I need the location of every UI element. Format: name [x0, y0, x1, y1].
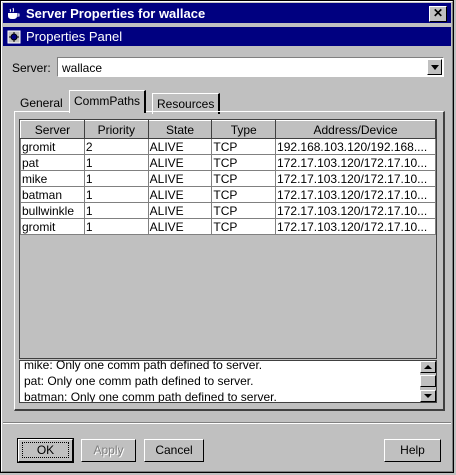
cell-type: TCP: [211, 170, 277, 187]
ok-label: OK: [21, 442, 70, 458]
window-title: Server Properties for wallace: [26, 6, 206, 21]
server-select[interactable]: wallace: [57, 57, 444, 77]
cell-server: gromit: [20, 218, 85, 235]
panel-header: Properties Panel: [3, 27, 451, 46]
cell-address: 192.168.103.120/192.168....: [275, 138, 436, 155]
cell-type: TCP: [211, 138, 277, 155]
title-bar[interactable]: Server Properties for wallace ✕: [3, 3, 451, 23]
commpaths-table: Server Priority State Type Address/Devic…: [19, 119, 437, 359]
table-row[interactable]: gromit 1 ALIVE TCP 172.17.103.120/172.17…: [20, 218, 436, 235]
cell-server: gromit: [20, 138, 85, 155]
cell-address: 172.17.103.120/172.17.10...: [275, 202, 436, 219]
message-line: pat: Only one comm path defined to serve…: [24, 374, 254, 388]
cell-state: ALIVE: [147, 170, 213, 187]
column-header-priority[interactable]: Priority: [83, 120, 149, 139]
java-cup-icon: [8, 7, 20, 19]
cell-address: 172.17.103.120/172.17.10...: [275, 170, 436, 187]
cell-priority: 1: [83, 202, 149, 219]
ok-button[interactable]: OK: [17, 438, 74, 463]
divider: [3, 422, 451, 424]
cell-priority: 1: [83, 218, 149, 235]
cell-address: 172.17.103.120/172.17.10...: [275, 154, 436, 171]
cell-server: batman: [20, 186, 85, 203]
message-area[interactable]: mike: Only one comm path defined to serv…: [19, 360, 437, 403]
scroll-down-icon[interactable]: [420, 390, 436, 402]
apply-button[interactable]: Apply: [81, 439, 136, 462]
cell-type: TCP: [211, 202, 277, 219]
table-row[interactable]: gromit 2 ALIVE TCP 192.168.103.120/192.1…: [20, 138, 436, 155]
close-icon: ✕: [432, 6, 444, 20]
message-line: batman: Only one comm path defined to se…: [24, 390, 277, 403]
cell-address: 172.17.103.120/172.17.10...: [275, 186, 436, 203]
table-row[interactable]: batman 1 ALIVE TCP 172.17.103.120/172.17…: [20, 186, 436, 203]
tab-general[interactable]: General: [16, 93, 67, 113]
cell-address: 172.17.103.120/172.17.10...: [275, 218, 436, 235]
column-header-state[interactable]: State: [147, 120, 213, 139]
close-button[interactable]: ✕: [429, 6, 447, 22]
cell-type: TCP: [211, 154, 277, 171]
cell-state: ALIVE: [147, 138, 213, 155]
cell-state: ALIVE: [147, 186, 213, 203]
cell-type: TCP: [211, 186, 277, 203]
help-button[interactable]: Help: [384, 439, 441, 462]
properties-window: Server Properties for wallace ✕ Properti…: [0, 0, 454, 473]
cell-state: ALIVE: [147, 202, 213, 219]
chevron-down-icon[interactable]: [427, 59, 442, 75]
panel-title: Properties Panel: [26, 29, 123, 44]
scroll-thumb[interactable]: [420, 375, 436, 387]
cell-server: pat: [20, 154, 85, 171]
cell-priority: 1: [83, 154, 149, 171]
table-row[interactable]: pat 1 ALIVE TCP 172.17.103.120/172.17.10…: [20, 154, 436, 171]
tab-commpaths[interactable]: CommPaths: [69, 90, 147, 113]
cancel-button[interactable]: Cancel: [144, 439, 204, 462]
cell-type: TCP: [211, 218, 277, 235]
cell-priority: 1: [83, 186, 149, 203]
server-label: Server:: [12, 61, 51, 75]
message-line: mike: Only one comm path defined to serv…: [24, 360, 263, 372]
table-header-row: Server Priority State Type Address/Devic…: [20, 120, 436, 139]
table-row[interactable]: bullwinkle 1 ALIVE TCP 172.17.103.120/17…: [20, 202, 436, 219]
cell-state: ALIVE: [147, 218, 213, 235]
cell-state: ALIVE: [147, 154, 213, 171]
cell-priority: 1: [83, 170, 149, 187]
gear-icon: [7, 30, 21, 44]
scroll-up-icon[interactable]: [420, 361, 436, 373]
table-row[interactable]: mike 1 ALIVE TCP 172.17.103.120/172.17.1…: [20, 170, 436, 187]
cell-priority: 2: [83, 138, 149, 155]
column-header-type[interactable]: Type: [211, 120, 277, 139]
column-header-server[interactable]: Server: [20, 120, 85, 139]
cell-server: bullwinkle: [20, 202, 85, 219]
cell-server: mike: [20, 170, 85, 187]
server-select-value: wallace: [62, 61, 103, 75]
message-scrollbar[interactable]: [420, 361, 436, 402]
column-header-address[interactable]: Address/Device: [275, 120, 436, 139]
